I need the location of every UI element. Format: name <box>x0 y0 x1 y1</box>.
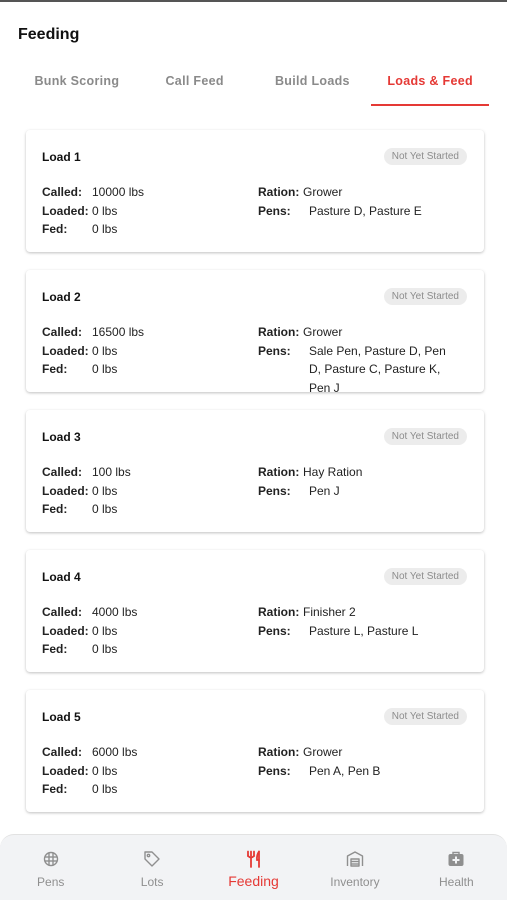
pens-value: Pen J <box>309 483 340 498</box>
fed-label: Fed: <box>42 222 68 237</box>
nav-label: Feeding <box>228 873 279 889</box>
called-label: Called: <box>42 185 83 199</box>
tab-build-loads[interactable]: Build Loads <box>254 60 372 106</box>
warehouse-icon <box>346 851 364 867</box>
ration-label: Ration: <box>258 745 300 759</box>
load-details: Ration: Hay Ration Pens: Pen J <box>258 463 458 500</box>
load-details: Ration: Grower Pens: Pasture D, Pasture E <box>258 183 458 220</box>
fed-value: 0 lbs <box>92 642 118 657</box>
nav-feeding[interactable]: Feeding <box>203 835 304 900</box>
nav-pens[interactable]: Pens <box>0 835 101 900</box>
ration-label: Ration: <box>258 325 300 339</box>
loaded-value: 0 lbs <box>92 203 118 218</box>
pens-label: Pens: <box>258 763 291 778</box>
called-label: Called: <box>42 745 83 759</box>
ration-value: Grower <box>303 185 343 199</box>
called-label: Called: <box>42 465 83 479</box>
ration-value: Grower <box>303 325 343 339</box>
pens-label: Pens: <box>258 343 291 358</box>
fed-value: 0 lbs <box>92 222 118 237</box>
pens-label: Pens: <box>258 483 291 498</box>
loaded-value: 0 lbs <box>92 483 118 498</box>
load-details: Ration: Grower Pens: Sale Pen, Pasture D, … <box>258 323 458 398</box>
loaded-label: Loaded: <box>42 203 89 218</box>
load-list: Load 1 Not Yet Started Called: 10000 lbs … <box>26 130 484 830</box>
tab-bunk-scoring[interactable]: Bunk Scoring <box>18 60 136 106</box>
load-title: Load 3 <box>42 430 81 444</box>
ration-value: Grower <box>303 745 343 759</box>
loaded-label: Loaded: <box>42 343 89 358</box>
called-label: Called: <box>42 325 83 339</box>
called-value: 16500 lbs <box>92 325 145 339</box>
load-amounts: Called: 6000 lbs Loaded: 0 lbs Fed: 0 lbs <box>42 743 242 799</box>
nav-label: Pens <box>37 875 65 889</box>
fork-knife-icon <box>246 850 260 868</box>
called-value: 6000 lbs <box>92 745 138 759</box>
ration-label: Ration: <box>258 185 300 199</box>
fed-label: Fed: <box>42 782 68 797</box>
pens-label: Pens: <box>258 623 291 638</box>
status-badge: Not Yet Started <box>383 148 467 165</box>
nav-label: Inventory <box>330 875 380 889</box>
load-amounts: Called: 4000 lbs Loaded: 0 lbs Fed: 0 lbs <box>42 603 242 659</box>
fed-label: Fed: <box>42 642 68 657</box>
bottom-nav: Pens Lots Feeding Inventory Health <box>0 834 507 900</box>
load-title: Load 2 <box>42 290 81 304</box>
loaded-label: Loaded: <box>42 483 89 498</box>
loaded-value: 0 lbs <box>92 623 118 638</box>
fed-label: Fed: <box>42 502 68 517</box>
fed-value: 0 lbs <box>92 782 118 797</box>
load-card[interactable]: Load 2 Not Yet Started Called: 16500 lbs … <box>26 270 484 395</box>
load-card[interactable]: Load 5 Not Yet Started Called: 6000 lbs L… <box>26 690 484 812</box>
pens-value: Pasture L, Pasture L <box>309 623 419 638</box>
pens-icon <box>43 851 58 867</box>
medical-bag-icon <box>448 851 464 866</box>
pens-label: Pens: <box>258 203 291 218</box>
load-amounts: Called: 100 lbs Loaded: 0 lbs Fed: 0 lbs <box>42 463 242 519</box>
load-title: Load 1 <box>42 150 81 164</box>
load-amounts: Called: 10000 lbs Loaded: 0 lbs Fed: 0 lbs <box>42 183 242 239</box>
loaded-label: Loaded: <box>42 623 89 638</box>
loaded-value: 0 lbs <box>92 763 118 778</box>
ration-value: Finisher 2 <box>303 605 356 619</box>
called-value: 10000 lbs <box>92 185 145 199</box>
ration-value: Hay Ration <box>303 465 363 479</box>
pens-value: Sale Pen, Pasture D, Pen D, Pasture C, P… <box>309 343 446 396</box>
nav-health[interactable]: Health <box>406 835 507 900</box>
ration-label: Ration: <box>258 465 300 479</box>
nav-inventory[interactable]: Inventory <box>304 835 405 900</box>
pens-value: Pasture D, Pasture E <box>309 203 422 218</box>
fed-label: Fed: <box>42 362 68 377</box>
nav-label: Health <box>438 875 474 889</box>
called-label: Called: <box>42 605 83 619</box>
load-details: Ration: Grower Pens: Pen A, Pen B <box>258 743 458 780</box>
status-badge: Not Yet Started <box>383 708 467 725</box>
tag-icon <box>144 851 160 867</box>
ration-label: Ration: <box>258 605 300 619</box>
nav-label: Lots <box>140 875 164 889</box>
load-card[interactable]: Load 1 Not Yet Started Called: 10000 lbs … <box>26 130 484 252</box>
fed-value: 0 lbs <box>92 502 118 517</box>
tab-loads-and-feed[interactable]: Loads & Feed <box>371 60 489 106</box>
status-badge: Not Yet Started <box>383 288 467 305</box>
load-title: Load 4 <box>42 570 81 584</box>
feeding-tabs: Bunk Scoring Call Feed Build Loads Loads… <box>18 60 489 106</box>
pens-value: Pen A, Pen B <box>309 763 381 778</box>
load-details: Ration: Finisher 2 Pens: Pasture L, Pastur… <box>258 603 458 640</box>
load-title: Load 5 <box>42 710 81 724</box>
page-title: Feeding <box>18 26 80 43</box>
called-value: 100 lbs <box>92 465 131 479</box>
loaded-label: Loaded: <box>42 763 89 778</box>
load-card[interactable]: Load 3 Not Yet Started Called: 100 lbs Lo… <box>26 410 484 532</box>
called-value: 4000 lbs <box>92 605 138 619</box>
status-badge: Not Yet Started <box>383 568 467 585</box>
load-card[interactable]: Load 4 Not Yet Started Called: 4000 lbs L… <box>26 550 484 672</box>
nav-lots[interactable]: Lots <box>101 835 202 900</box>
loaded-value: 0 lbs <box>92 343 118 358</box>
fed-value: 0 lbs <box>92 362 118 377</box>
tab-call-feed[interactable]: Call Feed <box>136 60 254 106</box>
load-amounts: Called: 16500 lbs Loaded: 0 lbs Fed: 0 lbs <box>42 323 242 379</box>
status-badge: Not Yet Started <box>383 428 467 445</box>
